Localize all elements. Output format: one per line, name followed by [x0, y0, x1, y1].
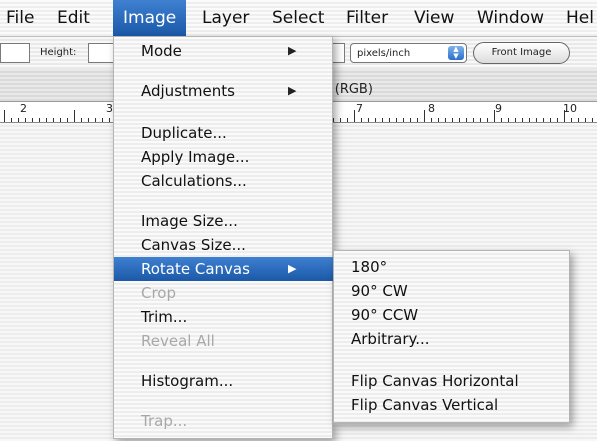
submenu-item-flip-vertical[interactable]: Flip Canvas Vertical — [334, 393, 571, 417]
menu-item-trap: Trap... — [141, 412, 188, 430]
ruler-label: 9 — [495, 102, 502, 115]
menu-file[interactable]: File — [6, 0, 34, 36]
ruler-tick — [53, 118, 54, 122]
ruler-tick — [515, 118, 516, 122]
triangle-right-icon: ▶ — [288, 44, 297, 57]
ruler-tick — [550, 118, 551, 122]
ruler-tick — [410, 118, 411, 122]
ruler-tick — [74, 110, 75, 122]
menu-view[interactable]: View — [414, 0, 454, 36]
ruler-tick — [389, 118, 390, 122]
ruler-tick — [109, 118, 110, 122]
rotate-canvas-submenu: 180° 90° CW 90° CCW Arbitrary... Flip Ca… — [333, 250, 570, 423]
ruler-tick — [522, 118, 523, 122]
menu-item-histogram[interactable]: Histogram... — [114, 369, 334, 393]
ruler-tick — [578, 118, 579, 122]
ruler-tick — [11, 118, 12, 122]
ruler-tick — [39, 118, 40, 122]
menu-window[interactable]: Window — [477, 0, 544, 36]
ruler-tick — [25, 118, 26, 122]
front-image-button[interactable]: Front Image — [473, 42, 570, 64]
ruler-tick — [543, 118, 544, 122]
menu-select[interactable]: Select — [272, 0, 324, 36]
ruler-tick — [424, 110, 425, 122]
ruler-label: 7 — [356, 102, 363, 115]
menu-item-apply-image[interactable]: Apply Image... — [114, 145, 334, 169]
ruler-tick — [529, 118, 530, 122]
width-field[interactable] — [0, 43, 30, 63]
menu-item-image-size[interactable]: Image Size... — [114, 209, 334, 233]
menu-help[interactable]: Hel — [566, 0, 594, 36]
ruler-tick — [452, 118, 453, 122]
up-down-arrows-icon: ▲ ▼ — [448, 46, 464, 60]
ruler-tick — [67, 118, 68, 122]
menu-image[interactable]: Image — [113, 0, 187, 36]
menu-item-calculations[interactable]: Calculations... — [114, 169, 334, 193]
menu-edit[interactable]: Edit — [57, 0, 90, 36]
ruler-tick — [431, 118, 432, 122]
menu-item-trim[interactable]: Trim... — [114, 305, 334, 329]
ruler-tick — [102, 118, 103, 122]
ruler-tick — [88, 118, 89, 122]
ruler-tick — [46, 118, 47, 122]
menu-item-duplicate[interactable]: Duplicate... — [114, 121, 334, 145]
ruler-label: 8 — [428, 102, 435, 115]
ruler-tick — [480, 118, 481, 122]
submenu-item-flip-horizontal[interactable]: Flip Canvas Horizontal — [334, 369, 571, 393]
ruler-tick — [438, 118, 439, 122]
ruler-label: 2 — [20, 102, 27, 115]
ruler-tick — [536, 118, 537, 122]
submenu-item-arbitrary[interactable]: Arbitrary... — [334, 327, 571, 351]
ruler-tick — [501, 118, 502, 122]
image-menu-dropdown: Mode ▶ Adjustments ▶ Duplicate... Apply … — [113, 36, 334, 439]
menu-item-canvas-size[interactable]: Canvas Size... — [114, 233, 334, 257]
ruler-tick — [592, 118, 593, 122]
ruler-tick — [347, 118, 348, 122]
units-value: pixels/inch — [357, 48, 411, 59]
ruler-tick — [466, 118, 467, 122]
ruler-label: 10 — [563, 102, 577, 115]
ruler-tick — [557, 118, 558, 122]
menu-item-reveal-all: Reveal All — [141, 332, 215, 350]
submenu-item-rotate-180[interactable]: 180° — [334, 255, 571, 279]
ruler-tick — [361, 118, 362, 122]
triangle-right-icon: ▶ — [288, 84, 297, 97]
menu-bar: File Edit Image Layer Select Filter View… — [0, 0, 597, 36]
triangle-right-icon: ▶ — [288, 262, 297, 275]
menu-filter[interactable]: Filter — [346, 0, 388, 36]
ruler-tick — [32, 118, 33, 122]
menu-item-adjustments[interactable]: Adjustments ▶ — [114, 79, 334, 103]
menu-layer[interactable]: Layer — [202, 0, 249, 36]
ruler-tick — [459, 118, 460, 122]
ruler-tick — [571, 118, 572, 122]
ruler-tick — [585, 118, 586, 122]
ruler-tick — [354, 110, 355, 122]
ruler-tick — [340, 118, 341, 122]
ruler-tick — [81, 118, 82, 122]
ruler-tick — [382, 118, 383, 122]
ruler-tick — [368, 118, 369, 122]
ruler-tick — [445, 118, 446, 122]
ruler-tick — [403, 118, 404, 122]
ruler-tick — [60, 118, 61, 122]
ruler-tick — [95, 118, 96, 122]
menu-item-crop: Crop — [141, 284, 177, 302]
ruler-tick — [18, 118, 19, 122]
height-label: Height: — [40, 47, 77, 58]
ruler-tick — [487, 118, 488, 122]
menu-item-mode[interactable]: Mode ▶ — [114, 39, 334, 63]
submenu-item-rotate-90-cw[interactable]: 90° CW — [334, 279, 571, 303]
ruler-tick — [375, 118, 376, 122]
ruler-tick — [473, 118, 474, 122]
ruler-label: 3 — [106, 102, 113, 115]
ruler-tick — [396, 118, 397, 122]
menu-item-rotate-canvas[interactable]: Rotate Canvas ▶ — [114, 257, 334, 281]
submenu-item-rotate-90-ccw[interactable]: 90° CCW — [334, 303, 571, 327]
ruler-tick — [4, 110, 5, 122]
resolution-units-select[interactable]: pixels/inch ▲ ▼ — [350, 43, 467, 63]
ruler-tick — [508, 118, 509, 122]
ruler-tick — [417, 118, 418, 122]
